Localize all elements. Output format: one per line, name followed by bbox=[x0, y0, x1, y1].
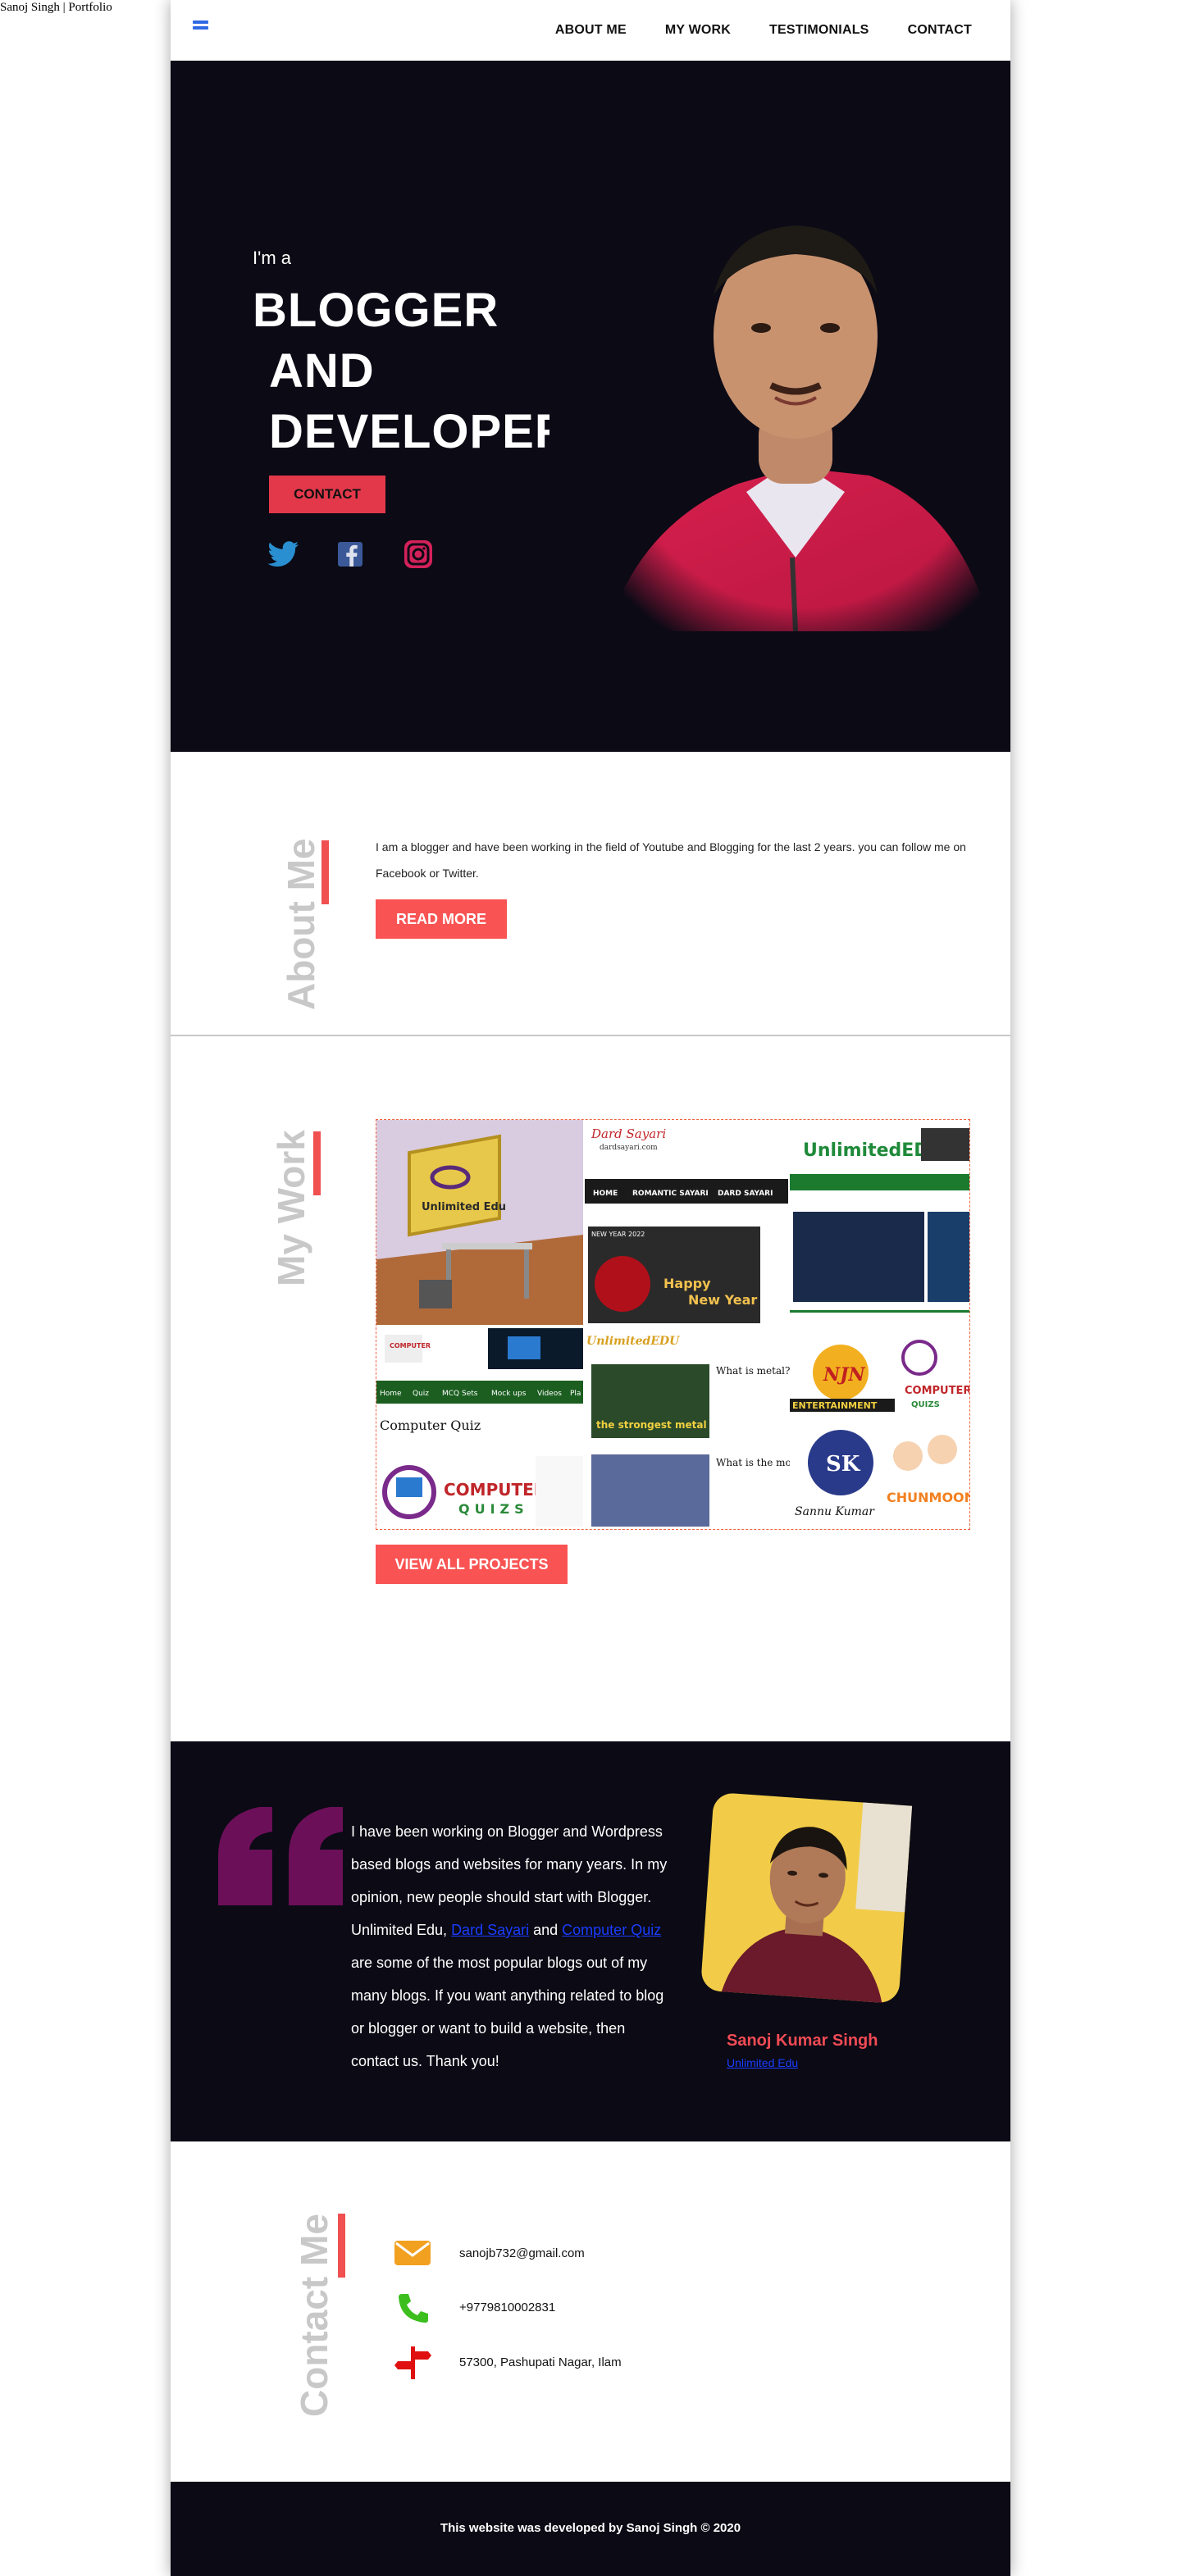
collage-computer-quiz-title: Computer Quiz bbox=[380, 1418, 481, 1433]
collage-nav-pla: Pla bbox=[570, 1390, 581, 1398]
contact-address: 57300, Pashupati Nagar, Ilam bbox=[459, 2355, 622, 2369]
work-heading: My Work bbox=[270, 1130, 312, 1286]
collage-sannu-kumar: Sannu Kumar bbox=[795, 1505, 875, 1518]
collage-computer-small: COMPUTER bbox=[390, 1342, 431, 1349]
twitter-icon[interactable] bbox=[267, 539, 300, 569]
collage-happy-text: Happy bbox=[663, 1276, 711, 1291]
about-section: About Me I am a blogger and have been wo… bbox=[171, 752, 1010, 1036]
contact-section: Contact Me sanojb732@gmail.com +97798100… bbox=[171, 2141, 1010, 2482]
collage-quizs-logo-2: QUIZS bbox=[911, 1400, 940, 1409]
collage-computer-logo-2: COMPUTER bbox=[905, 1385, 969, 1397]
hero-portrait-photo bbox=[549, 172, 1010, 649]
about-heading: About Me bbox=[280, 838, 322, 1010]
collage-nav-mockups: Mock ups bbox=[491, 1390, 527, 1398]
email-icon bbox=[394, 2241, 431, 2265]
collage-new-year-text: New Year bbox=[688, 1292, 757, 1308]
footer-text: This website was developed by Sanoj Sing… bbox=[440, 2521, 741, 2535]
collage-nav-videos: Videos bbox=[537, 1390, 562, 1398]
collage-strongest-metal: the strongest metal bbox=[596, 1419, 707, 1431]
testimonial-text-part-2: and bbox=[529, 1922, 563, 1938]
collage-menu-home: HOME bbox=[593, 1190, 618, 1198]
quote-mark-icon bbox=[218, 1807, 343, 1905]
work-heading-accent-bar bbox=[313, 1131, 321, 1195]
collage-quizs-logo: QUIZS bbox=[458, 1501, 529, 1517]
collage-njn-text: NJN bbox=[823, 1364, 866, 1386]
collage-computer-logo: COMPUTER bbox=[444, 1480, 546, 1500]
testimonial-text: I have been working on Blogger and Wordp… bbox=[351, 1815, 671, 2078]
collage-nav-mcq: MCQ Sets bbox=[442, 1390, 478, 1398]
read-more-button[interactable]: READ MORE bbox=[376, 899, 507, 939]
projects-collage[interactable]: Unlimited Edu Dard Sayari dardsayari.com… bbox=[376, 1119, 970, 1530]
contact-phone-row: +9779810002831 bbox=[394, 2291, 555, 2323]
testimonial-text-part-1: I have been working on Blogger and Wordp… bbox=[351, 1823, 668, 1938]
collage-nav-home: Home bbox=[380, 1390, 402, 1398]
contact-heading: Contact Me bbox=[293, 2214, 335, 2417]
dard-sayari-link[interactable]: Dard Sayari bbox=[451, 1922, 529, 1938]
hero-section: I'm a BLOGGER AND DEVELOPER CONTACT bbox=[171, 61, 1010, 752]
computer-quiz-link[interactable]: Computer Quiz bbox=[562, 1922, 661, 1938]
facebook-icon[interactable] bbox=[333, 539, 366, 569]
hero-title: BLOGGER AND DEVELOPER bbox=[253, 280, 570, 462]
collage-menu-romantic: ROMANTIC SAYARI bbox=[632, 1190, 709, 1198]
testimonial-name: Sanoj Kumar Singh bbox=[727, 2032, 878, 2050]
projects-collage-image: Unlimited Edu Dard Sayari dardsayari.com… bbox=[376, 1120, 969, 1529]
instagram-icon[interactable] bbox=[402, 539, 435, 569]
contact-heading-accent-bar bbox=[338, 2214, 345, 2278]
collage-unlimited-edu-small: UnlimitedEDU bbox=[586, 1335, 680, 1348]
work-section: My Work Unlimited Edu Dard Sayari dardsa… bbox=[171, 1036, 1010, 1741]
hero-title-line-2: AND bbox=[269, 344, 375, 398]
contact-address-row: 57300, Pashupati Nagar, Ilam bbox=[394, 2345, 622, 2379]
page-container: ABOUT ME MY WORK TESTIMONIALS CONTACT I'… bbox=[171, 0, 1010, 2576]
view-all-projects-button[interactable]: VIEW ALL PROJECTS bbox=[376, 1545, 568, 1584]
document-title: Sanoj Singh | Portfolio bbox=[0, 1, 112, 14]
contact-phone[interactable]: +9779810002831 bbox=[459, 2301, 555, 2314]
testimonial-avatar-photo bbox=[701, 1793, 913, 2003]
phone-icon bbox=[399, 2294, 428, 2323]
footer: This website was developed by Sanoj Sing… bbox=[171, 2482, 1010, 2576]
hamburger-menu-icon[interactable] bbox=[193, 20, 208, 35]
nav-my-work[interactable]: MY WORK bbox=[665, 23, 731, 38]
collage-chunmoon: CHUNMOON bbox=[887, 1490, 969, 1505]
nav-links: ABOUT ME MY WORK TESTIMONIALS CONTACT bbox=[555, 23, 972, 38]
hero-title-line-3: DEVELOPER bbox=[269, 405, 570, 458]
collage-sk-logo: SK bbox=[826, 1452, 861, 1477]
collage-dard-sayari-text: Dard Sayari bbox=[590, 1126, 666, 1141]
collage-entertainment-text: ENTERTAINMENT bbox=[792, 1400, 878, 1411]
collage-dard-domain-text: dardsayari.com bbox=[600, 1144, 658, 1152]
top-nav: ABOUT ME MY WORK TESTIMONIALS CONTACT bbox=[171, 0, 1010, 61]
hero-contact-button[interactable]: CONTACT bbox=[269, 476, 385, 513]
collage-nav-quiz: Quiz bbox=[413, 1390, 429, 1398]
hero-intro: I'm a bbox=[253, 248, 291, 268]
nav-contact[interactable]: CONTACT bbox=[908, 23, 972, 38]
contact-email[interactable]: sanojb732@gmail.com bbox=[459, 2246, 585, 2260]
about-text: I am a blogger and have been working in … bbox=[376, 840, 966, 880]
testimonial-site-link[interactable]: Unlimited Edu bbox=[727, 2056, 798, 2069]
contact-email-row: sanojb732@gmail.com bbox=[394, 2240, 585, 2266]
about-heading-accent-bar bbox=[321, 840, 329, 904]
collage-menu-dard: DARD SAYARI bbox=[718, 1190, 773, 1198]
signpost-icon bbox=[394, 2346, 431, 2379]
testimonial-section: I have been working on Blogger and Wordp… bbox=[171, 1741, 1010, 2141]
hero-title-line-1: BLOGGER bbox=[253, 284, 499, 337]
collage-new-year-badge: NEW YEAR 2022 bbox=[591, 1231, 645, 1238]
collage-unlimited-edu-text: Unlimited Edu bbox=[422, 1201, 506, 1213]
nav-testimonials[interactable]: TESTIMONIALS bbox=[769, 23, 869, 38]
nav-about-me[interactable]: ABOUT ME bbox=[555, 23, 627, 38]
testimonial-text-part-3: are some of the most popular blogs out o… bbox=[351, 1955, 664, 2069]
